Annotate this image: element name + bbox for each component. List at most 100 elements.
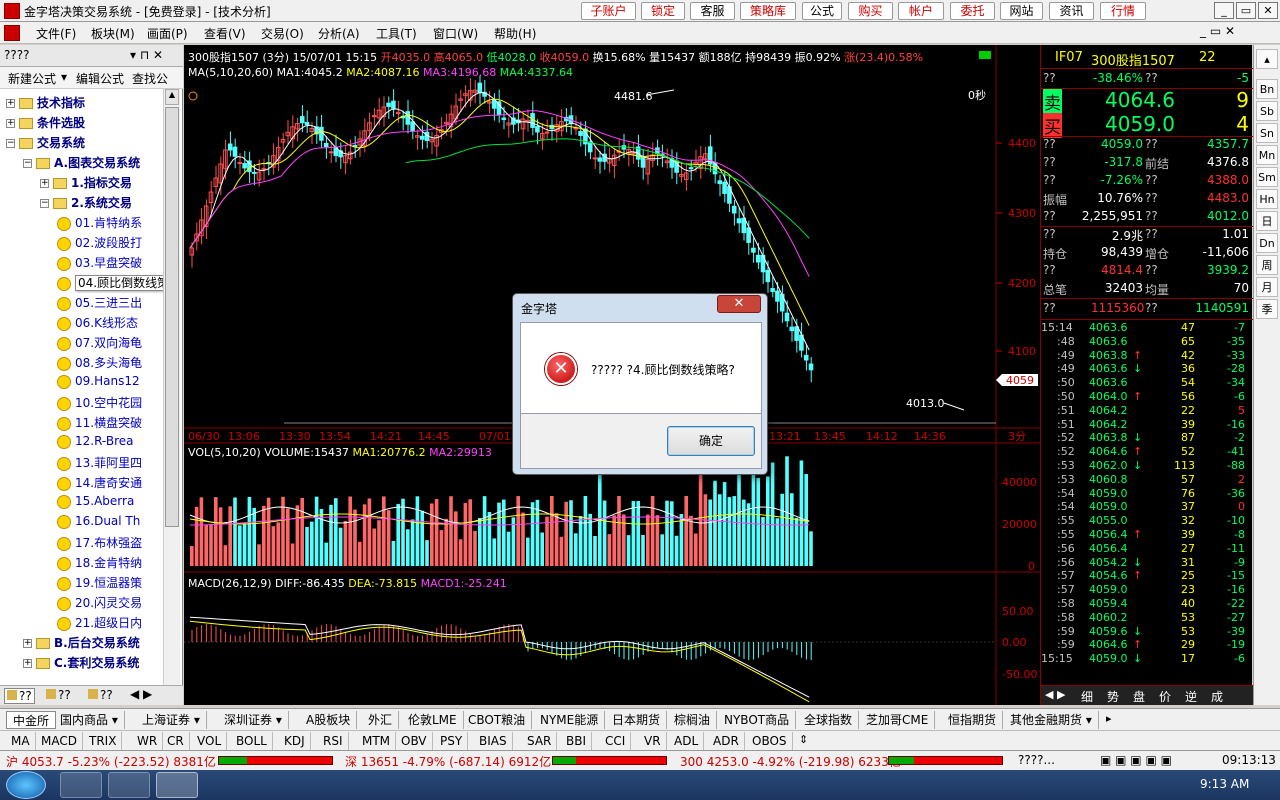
tab-scroll-icon[interactable]: ▸: [1106, 712, 1112, 725]
market-tab-6[interactable]: 伦敦LME: [402, 711, 464, 729]
indicator-tab-9[interactable]: MTM: [357, 732, 397, 750]
tree-row[interactable]: 16.Dual Th: [0, 514, 163, 534]
tree-row[interactable]: 18.金肯特纳: [0, 554, 163, 574]
restore-button[interactable]: ▭: [1236, 2, 1256, 19]
period-button[interactable]: 日: [1256, 211, 1278, 231]
top-button-4[interactable]: 公式: [802, 2, 842, 20]
tray-icons[interactable]: ▣ ▣ ▣ ▣ ▣: [1100, 753, 1172, 767]
indicator-tab-8[interactable]: RSI: [318, 732, 349, 750]
top-button-9[interactable]: 资讯: [1049, 2, 1094, 20]
indicator-tab-16[interactable]: VR: [639, 732, 667, 750]
tree-row[interactable]: 08.多头海龟: [0, 354, 163, 374]
tree-row[interactable]: 06.K线形态: [0, 314, 163, 334]
indicator-tab-6[interactable]: BOLL: [231, 732, 273, 750]
strategy-label[interactable]: 10.空中花园: [75, 396, 142, 410]
period-button[interactable]: 周: [1256, 255, 1278, 275]
strategy-label[interactable]: 19.恒温器策: [75, 576, 142, 590]
top-button-0[interactable]: 子账户: [581, 2, 636, 20]
indicator-tab-11[interactable]: PSY: [435, 732, 469, 750]
tree-row[interactable]: 20.闪灵交易: [0, 594, 163, 614]
menu-8[interactable]: 帮助(H): [494, 25, 536, 42]
top-button-8[interactable]: 网站: [1000, 2, 1043, 20]
strategy-label[interactable]: 09.Hans12: [75, 374, 140, 388]
market-tab-0[interactable]: 中金所: [6, 711, 57, 729]
market-tab-10[interactable]: 棕榈油: [668, 711, 718, 729]
tab-scroll-icon[interactable]: ◀ ▶: [1045, 688, 1065, 701]
tree-row[interactable]: + B.后台交易系统: [0, 634, 163, 654]
strategy-label[interactable]: 07.双向海龟: [75, 336, 142, 350]
strategy-label[interactable]: 03.早盘突破: [75, 256, 142, 270]
tree-row[interactable]: +1.指标交易: [0, 174, 163, 194]
quote-tab-2[interactable]: 盘: [1133, 688, 1145, 705]
tree-row[interactable]: 02.波段股打: [0, 234, 163, 254]
market-tab-13[interactable]: 芝加哥CME: [860, 711, 936, 729]
dialog-close-button[interactable]: ✕: [717, 295, 761, 313]
panel-tab-0[interactable]: ??: [4, 688, 35, 704]
top-button-10[interactable]: 行情: [1100, 2, 1146, 20]
scroll-up-icon[interactable]: ▲: [165, 89, 179, 105]
tree-row[interactable]: − 交易系统: [0, 134, 163, 154]
expander-icon[interactable]: +: [6, 119, 15, 128]
market-tab-5[interactable]: 外汇: [362, 711, 400, 729]
top-button-1[interactable]: 锁定: [641, 2, 685, 20]
expander-icon[interactable]: +: [40, 179, 49, 188]
menu-6[interactable]: 工具(T): [376, 25, 417, 42]
menu-1[interactable]: 板块(M): [91, 25, 135, 42]
strategy-label[interactable]: 01.肯特纳系: [75, 216, 142, 230]
period-button[interactable]: 月: [1256, 277, 1278, 297]
tree-row[interactable]: 07.双向海龟: [0, 334, 163, 354]
tree-row[interactable]: 03.早盘突破: [0, 254, 163, 274]
tree-row[interactable]: − A.图表交易系统: [0, 154, 163, 174]
period-button[interactable]: Mn: [1256, 145, 1278, 165]
indicator-tab-13[interactable]: SAR: [522, 732, 558, 750]
period-button[interactable]: Hn: [1256, 189, 1278, 209]
market-tab-8[interactable]: NYME能源: [534, 711, 606, 729]
strategy-label[interactable]: 11.横盘突破: [75, 416, 142, 430]
menu-4[interactable]: 交易(O): [261, 25, 304, 42]
market-tab-7[interactable]: CBOT粮油: [462, 711, 533, 729]
tree-row[interactable]: 10.空中花园: [0, 394, 163, 414]
panel-tab-2[interactable]: ??: [88, 688, 113, 702]
indicator-tab-15[interactable]: CCI: [600, 732, 632, 750]
strategy-label[interactable]: 05.三进三出: [75, 296, 142, 310]
market-tab-2[interactable]: 上海证券 ▾: [136, 711, 207, 729]
expander-icon[interactable]: +: [23, 659, 32, 668]
tree-row[interactable]: 13.菲阿里四: [0, 454, 163, 474]
panel-tab-1[interactable]: ??: [46, 688, 71, 702]
tree-row[interactable]: 04.顾比倒数线策略: [0, 274, 163, 294]
menu-2[interactable]: 画面(P): [147, 25, 188, 42]
tree-row[interactable]: 21.超级日内: [0, 614, 163, 634]
indicator-tab-19[interactable]: OBOS: [747, 732, 793, 750]
tree-row[interactable]: − 2.系统交易: [0, 194, 163, 214]
indicator-tab-1[interactable]: MACD: [36, 732, 83, 750]
tree-row[interactable]: 12.R-Brea: [0, 434, 163, 454]
strategy-label[interactable]: 08.多头海龟: [75, 356, 142, 370]
strategy-label[interactable]: 14.唐奇安通: [75, 476, 142, 490]
strip-button[interactable]: ▴: [1256, 49, 1278, 69]
tree-row[interactable]: 01.肯特纳系: [0, 214, 163, 234]
expander-icon[interactable]: +: [6, 99, 15, 108]
strategy-label[interactable]: 18.金肯特纳: [75, 556, 142, 570]
app-menu-icon[interactable]: [4, 25, 20, 41]
tree-row[interactable]: 17.布林强盗: [0, 534, 163, 554]
tree-row[interactable]: 05.三进三出: [0, 294, 163, 314]
tab-scroll-icon[interactable]: ⇕: [799, 733, 808, 746]
tree-row[interactable]: 09.Hans12: [0, 374, 163, 394]
indicator-tab-4[interactable]: CR: [162, 732, 190, 750]
period-button[interactable]: Sb: [1256, 101, 1278, 121]
tree-row[interactable]: 15.Aberra: [0, 494, 163, 514]
strategy-label[interactable]: 04.顾比倒数线策略: [75, 275, 163, 291]
tab-scroll-icon[interactable]: ◀ ▶: [130, 687, 152, 701]
indicator-tab-0[interactable]: MA: [6, 732, 36, 750]
strategy-label[interactable]: 15.Aberra: [75, 494, 134, 508]
menu-3[interactable]: 查看(V): [204, 25, 246, 42]
dropdown-icon[interactable]: ▾: [61, 70, 67, 84]
edit-formula-button[interactable]: 编辑公式: [76, 70, 124, 87]
mdi-controls[interactable]: _ ▭ ✕: [1200, 24, 1235, 38]
tree-row[interactable]: + 技术指标: [0, 94, 163, 114]
indicator-tab-7[interactable]: KDJ: [279, 732, 311, 750]
top-button-7[interactable]: 委托: [950, 2, 995, 20]
period-button[interactable]: Bn: [1256, 79, 1278, 99]
top-button-5[interactable]: 购买: [848, 2, 893, 20]
minimize-button[interactable]: _: [1214, 2, 1234, 19]
